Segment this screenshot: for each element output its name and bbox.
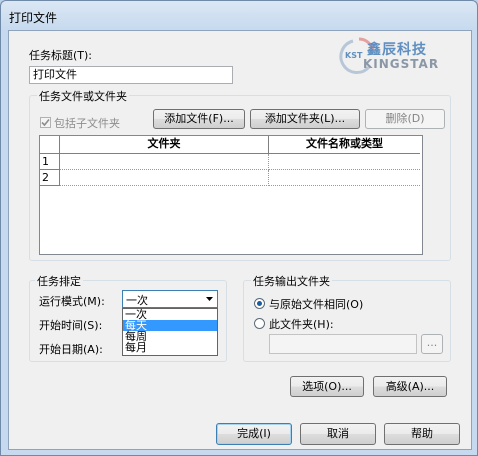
row-number: 2	[40, 170, 60, 186]
dialog-window: 打印文件 任务标题(T): 打印文件 KST 鑫辰科技 KINGSTAR 任务文…	[0, 0, 478, 456]
files-table[interactable]: 文件夹 文件名称或类型 1 2	[39, 135, 423, 255]
browse-folder-button[interactable]: ...	[421, 334, 443, 354]
start-time-label: 开始时间(S):	[39, 319, 103, 332]
column-header-filename[interactable]: 文件名称或类型	[269, 136, 420, 154]
include-subfolders-label: 包括子文件夹	[54, 117, 120, 130]
include-subfolders-checkbox[interactable]	[40, 117, 51, 128]
window-title: 打印文件	[9, 11, 58, 25]
schedule-group-legend: 任务排定	[35, 273, 83, 289]
table-cell-folder-1[interactable]	[60, 154, 269, 170]
row-number: 1	[40, 154, 60, 170]
add-folder-button[interactable]: 添加文件夹(L)...	[250, 109, 360, 129]
start-date-label: 开始日期(A):	[39, 343, 103, 356]
files-group-legend: 任务文件或文件夹	[37, 88, 129, 104]
finish-button[interactable]: 完成(I)	[216, 423, 292, 445]
same-as-source-label: 与原始文件相同(O)	[269, 298, 364, 311]
logo-brand-cn: 鑫辰科技	[367, 42, 427, 58]
run-mode-option-monthly[interactable]: 每月	[123, 342, 217, 353]
this-folder-label: 此文件夹(H):	[269, 318, 334, 331]
logo-mark: KST	[345, 51, 363, 60]
logo-brand-en: KINGSTAR	[363, 57, 440, 71]
table-cell-folder-2[interactable]	[60, 170, 269, 186]
help-button[interactable]: 帮助	[384, 423, 460, 445]
delete-button[interactable]: 删除(D)	[365, 109, 445, 129]
kingstar-logo: KST 鑫辰科技 KINGSTAR	[339, 37, 459, 74]
run-mode-value: 一次	[126, 294, 148, 307]
table-cell-filename-1[interactable]	[269, 154, 420, 170]
dialog-client-area: 任务标题(T): 打印文件 KST 鑫辰科技 KINGSTAR 任务文件或文件夹…	[8, 30, 472, 450]
column-header-folder[interactable]: 文件夹	[60, 136, 269, 154]
task-title-label: 任务标题(T):	[29, 49, 93, 62]
output-group-legend: 任务输出文件夹	[251, 273, 332, 289]
output-folder-input[interactable]	[269, 334, 417, 354]
advanced-button[interactable]: 高级(A)...	[373, 376, 447, 397]
cancel-button[interactable]: 取消	[300, 423, 376, 445]
table-corner-cell	[40, 136, 60, 154]
chevron-down-icon	[206, 297, 213, 301]
checkmark-icon	[41, 118, 50, 127]
add-file-button[interactable]: 添加文件(F)...	[153, 109, 245, 129]
task-title-input[interactable]: 打印文件	[29, 66, 233, 84]
options-button[interactable]: 选项(O)...	[290, 376, 364, 397]
run-mode-dropdown-list[interactable]: 一次 每天 每周 每月	[122, 308, 218, 356]
run-mode-label: 运行模式(M):	[39, 295, 105, 308]
this-folder-radio[interactable]	[254, 318, 265, 329]
run-mode-combobox[interactable]: 一次	[122, 290, 218, 308]
table-cell-filename-2[interactable]	[269, 170, 420, 186]
same-as-source-radio[interactable]	[254, 298, 265, 309]
